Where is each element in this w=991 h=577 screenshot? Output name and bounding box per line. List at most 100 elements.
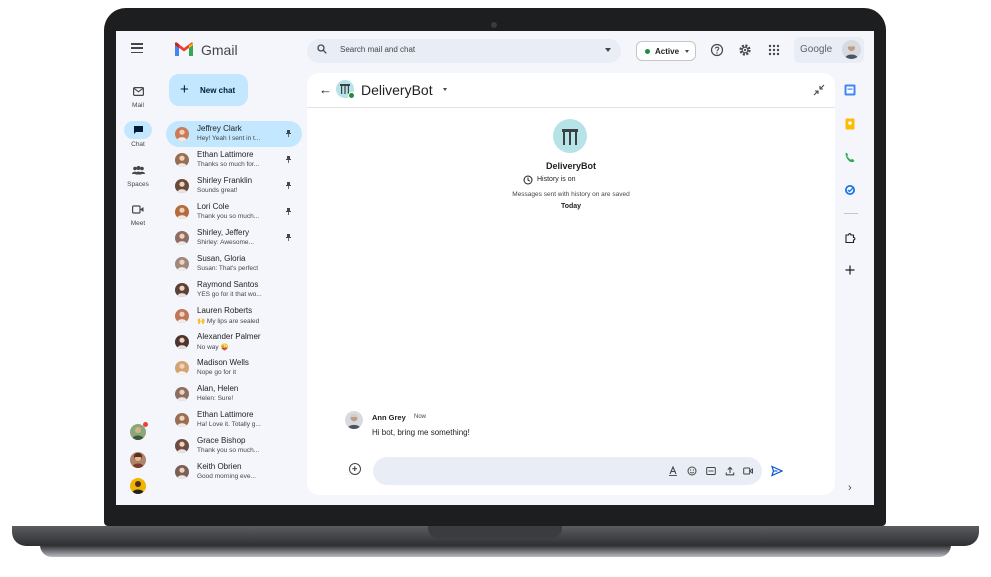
gif-icon[interactable] — [706, 466, 716, 476]
chat-list-item[interactable]: Keith Obrien Good morning eve... — [166, 459, 302, 485]
chat-list-item[interactable]: Ethan Lattimore Thanks so much for... — [166, 147, 302, 173]
delivery-bot-icon — [562, 129, 578, 145]
chat-preview: Thank you so much... — [197, 213, 260, 220]
chat-list-item[interactable]: Alan, Helen Helen: Sure! — [166, 381, 302, 407]
app-name: Gmail — [201, 42, 238, 58]
search-options-icon[interactable] — [605, 48, 611, 52]
bot-avatar — [336, 80, 355, 99]
chat-list-item[interactable]: Lauren Roberts 🙌 My lips are sealed — [166, 303, 302, 329]
pin-icon[interactable] — [286, 130, 291, 137]
video-call-icon[interactable] — [743, 466, 753, 476]
new-chat-button[interactable]: + New chat — [169, 74, 248, 106]
chat-name: Grace Bishop — [197, 436, 246, 445]
online-dot — [348, 92, 355, 99]
chat-list-item[interactable]: Shirley, Jeffery Shirley: Awesome... — [166, 225, 302, 251]
chat-list-item[interactable]: Susan, Gloria Susan: That's perfect — [166, 251, 302, 277]
history-status: History is on — [523, 175, 576, 185]
help-icon[interactable] — [710, 43, 724, 57]
settings-gear-icon[interactable] — [738, 43, 752, 57]
format-text-icon[interactable] — [668, 466, 678, 476]
pin-icon[interactable] — [286, 156, 291, 163]
search-bar[interactable]: Search mail and chat — [307, 39, 621, 63]
search-input[interactable]: Search mail and chat — [340, 45, 415, 54]
chat-name: Keith Obrien — [197, 462, 242, 471]
pin-icon[interactable] — [286, 208, 291, 215]
rail-spaces[interactable]: Spaces — [121, 161, 155, 188]
chat-preview: Thanks so much for... — [197, 161, 260, 168]
chat-list-item[interactable]: Alexander Palmer No way 😜 — [166, 329, 302, 355]
keep-icon[interactable] — [844, 118, 856, 130]
search-icon[interactable] — [317, 44, 327, 54]
upload-icon[interactable] — [725, 466, 735, 476]
account-chip[interactable]: Google — [794, 37, 864, 63]
rail-mail[interactable]: Mail — [121, 82, 155, 109]
rail-meet[interactable]: Meet — [121, 200, 155, 227]
chevron-down-icon[interactable] — [443, 88, 447, 91]
main-menu-icon[interactable] — [131, 43, 143, 53]
mail-icon — [124, 82, 152, 100]
plus-icon — [352, 466, 358, 472]
notification-dot — [143, 422, 148, 427]
side-panel-divider — [844, 213, 858, 214]
collapse-icon[interactable] — [813, 84, 825, 96]
add-ons-puzzle-icon[interactable] — [844, 232, 856, 244]
rail-chat[interactable]: Chat — [121, 121, 155, 148]
status-dropdown[interactable]: Active — [636, 41, 696, 61]
chat-list-item[interactable]: Ethan Lattimore Ha! Love it. Totally g... — [166, 407, 302, 433]
get-add-ons-plus-icon[interactable] — [844, 264, 856, 276]
chevron-right-icon[interactable]: › — [848, 482, 852, 494]
pin-icon[interactable] — [286, 182, 291, 189]
chat-avatar — [175, 361, 189, 375]
conversation-title[interactable]: DeliveryBot — [361, 82, 433, 98]
bot-name: DeliveryBot — [545, 161, 597, 171]
apps-grid-icon[interactable] — [767, 43, 781, 57]
chat-preview: Thank you so much... — [197, 447, 260, 454]
chat-name: Susan, Gloria — [197, 254, 246, 263]
account-avatar[interactable] — [842, 40, 861, 59]
calendar-icon[interactable] — [844, 84, 856, 96]
spaces-icon — [124, 161, 152, 179]
chat-avatar — [175, 439, 189, 453]
back-arrow-icon[interactable]: ← — [319, 83, 332, 96]
chat-list-item[interactable]: Madison Wells Nope go for it — [166, 355, 302, 381]
message-input[interactable] — [373, 457, 762, 485]
chat-name: Ethan Lattimore — [197, 410, 254, 419]
laptop-notch — [428, 526, 562, 538]
pin-icon[interactable] — [286, 234, 291, 241]
voice-phone-icon[interactable] — [844, 151, 856, 163]
chat-icon — [124, 121, 152, 139]
chat-avatar — [175, 413, 189, 427]
chat-preview: No way 😜 — [197, 344, 229, 351]
chat-preview: Helen: Sure! — [197, 395, 234, 402]
sender-avatar[interactable] — [345, 411, 363, 429]
chevron-down-icon — [685, 50, 689, 53]
send-icon[interactable] — [771, 465, 783, 477]
chat-name: Shirley Franklin — [197, 176, 253, 185]
add-attachment-button[interactable] — [349, 463, 361, 475]
chat-name: Lori Cole — [197, 202, 230, 211]
chat-name: Raymond Santos — [197, 280, 259, 289]
rail-avatar-2[interactable] — [130, 452, 146, 468]
chat-list-item[interactable]: Raymond Santos YES go for it that wo... — [166, 277, 302, 303]
rail-avatar-3[interactable] — [130, 478, 146, 494]
chat-list-item[interactable]: Lori Cole Thank you so much... — [166, 199, 302, 225]
history-clock-icon — [523, 175, 533, 185]
chat-avatar — [175, 179, 189, 193]
chat-preview: Shirley: Awesome... — [197, 239, 254, 246]
tasks-icon[interactable] — [844, 184, 856, 196]
bot-avatar-large — [553, 119, 587, 153]
chat-name: Lauren Roberts — [197, 306, 253, 315]
chat-preview: Nope go for it — [197, 369, 237, 376]
emoji-icon[interactable] — [687, 466, 697, 476]
chat-avatar — [175, 231, 189, 245]
chat-avatar — [175, 387, 189, 401]
chat-name: Alan, Helen — [197, 384, 239, 393]
conversation-header: ← DeliveryBot — [307, 73, 835, 108]
chat-list-item[interactable]: Grace Bishop Thank you so much... — [166, 433, 302, 459]
message-text: Hi bot, bring me something! — [372, 428, 470, 437]
chat-avatar — [175, 309, 189, 323]
message-time: Now — [414, 414, 427, 420]
chat-preview: YES go for it that wo... — [197, 291, 262, 298]
chat-list-item[interactable]: Jeffrey Clark Hey! Yeah I sent in t... — [166, 121, 302, 147]
chat-list-item[interactable]: Shirley Franklin Sounds great! — [166, 173, 302, 199]
